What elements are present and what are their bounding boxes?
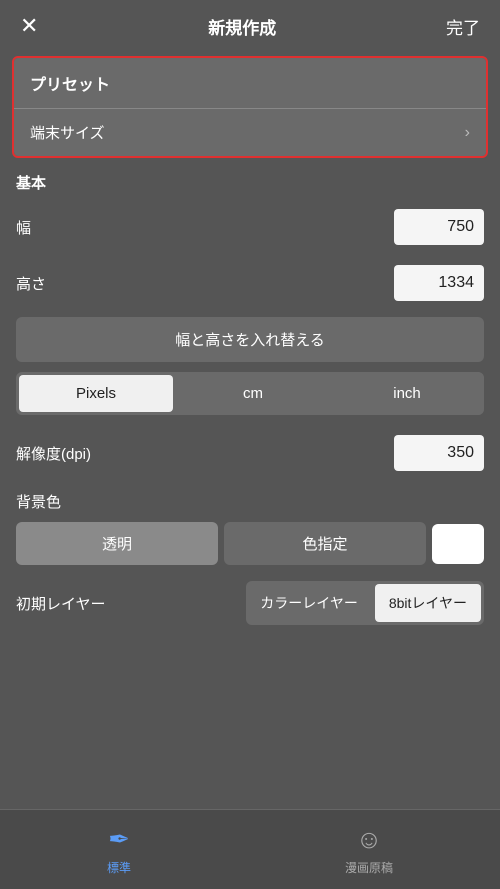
resolution-input[interactable] — [394, 435, 484, 471]
tab-standard[interactable]: ✒ 標準 — [107, 824, 131, 876]
tab-standard-label: 標準 — [107, 859, 131, 876]
unit-pixels-button[interactable]: Pixels — [19, 375, 173, 412]
manga-icon: ☺ — [356, 824, 383, 855]
bg-transparent-button[interactable]: 透明 — [16, 522, 218, 565]
height-label: 高さ — [16, 273, 46, 294]
basic-section-title: 基本 — [0, 158, 500, 199]
width-label: 幅 — [16, 217, 31, 238]
tab-manga-label: 漫画原稿 — [345, 859, 393, 876]
preset-label: プリセット — [14, 58, 486, 109]
bg-selector: 透明 色指定 — [16, 522, 484, 565]
layer-label: 初期レイヤー — [16, 593, 106, 614]
height-input[interactable] — [394, 265, 484, 301]
device-size-label: 端末サイズ — [30, 122, 105, 143]
8bit-layer-button[interactable]: 8bitレイヤー — [375, 584, 481, 622]
page-title: 新規作成 — [208, 14, 276, 39]
swap-button[interactable]: 幅と高さを入れ替える — [16, 317, 484, 362]
layer-row: 初期レイヤー カラーレイヤー 8bitレイヤー — [0, 571, 500, 635]
done-button[interactable]: 完了 — [446, 14, 480, 39]
bg-color-specify-button[interactable]: 色指定 — [224, 522, 426, 565]
width-input[interactable] — [394, 209, 484, 245]
header: ✕ 新規作成 完了 — [0, 0, 500, 52]
width-row: 幅 — [0, 199, 500, 255]
preset-section: プリセット 端末サイズ › — [12, 56, 488, 158]
unit-selector: Pixels cm inch — [16, 372, 484, 415]
resolution-label: 解像度(dpi) — [16, 443, 91, 464]
bg-color-label: 背景色 — [0, 481, 500, 516]
resolution-row: 解像度(dpi) — [0, 425, 500, 481]
unit-inch-button[interactable]: inch — [330, 372, 484, 415]
tab-bar: ✒ 標準 ☺ 漫画原稿 — [0, 809, 500, 889]
layer-selector: カラーレイヤー 8bitレイヤー — [246, 581, 484, 625]
chevron-right-icon: › — [465, 124, 470, 142]
unit-cm-button[interactable]: cm — [176, 372, 330, 415]
tab-manga[interactable]: ☺ 漫画原稿 — [345, 824, 393, 876]
standard-icon: ✒ — [108, 824, 130, 855]
bg-color-box-button[interactable] — [432, 524, 484, 564]
close-button[interactable]: ✕ — [20, 13, 38, 39]
device-size-button[interactable]: 端末サイズ › — [14, 109, 486, 156]
color-layer-button[interactable]: カラーレイヤー — [246, 581, 372, 625]
height-row: 高さ — [0, 255, 500, 311]
